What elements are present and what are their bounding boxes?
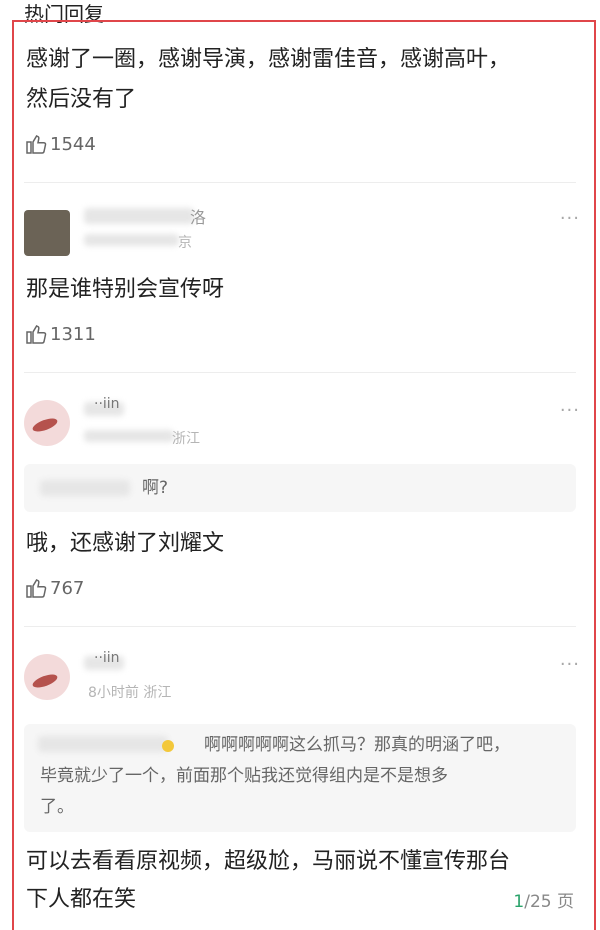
total-pages: /25 页: [524, 892, 574, 912]
username-partial: ··iin: [94, 396, 120, 412]
reply-like-count: 767: [50, 577, 85, 599]
reply-like-button[interactable]: 767: [24, 576, 84, 600]
blurred-quote-author: [38, 736, 168, 752]
more-options-icon[interactable]: ···: [560, 208, 580, 229]
more-options-icon[interactable]: ···: [560, 654, 580, 675]
quote-text-line3: 了。: [40, 797, 74, 817]
post-like-count: 1544: [50, 133, 96, 155]
reply-text: 哦，还感谢了刘耀文: [26, 531, 225, 556]
more-options-icon[interactable]: ···: [560, 400, 580, 421]
avatar[interactable]: [24, 654, 70, 700]
avatar[interactable]: [24, 400, 70, 446]
reply-meta: 8小时前 浙江: [88, 685, 172, 701]
avatar[interactable]: [24, 210, 70, 256]
blurred-username: [84, 208, 194, 224]
reply-meta-partial: 浙江: [172, 431, 200, 447]
reply-text: 那是谁特别会宣传呀: [26, 277, 225, 302]
quoted-reply[interactable]: 啊啊啊啊啊这么抓马？那真的明涵了吧， 毕竟就少了一个，前面那个贴我还觉得组内是不…: [24, 724, 576, 832]
post-like-button[interactable]: 1544: [24, 132, 96, 156]
thumbs-up-icon: [26, 325, 47, 344]
quote-text-line1: 啊啊啊啊啊这么抓马？那真的明涵了吧，: [204, 735, 510, 755]
reply-meta-partial: 京: [178, 235, 192, 251]
blurred-quote-author: [40, 480, 130, 496]
reply-text-line1: 可以去看看原视频，超级尬，马丽说不懂宣传那台: [26, 849, 511, 874]
blurred-meta: [84, 430, 174, 442]
post-text-line2: 然后没有了: [26, 87, 137, 112]
username-partial: ··iin: [94, 650, 120, 666]
quote-text-line2: 毕竟就少了一个，前面那个贴我还觉得组内是不是想多: [40, 766, 448, 786]
thumbs-up-icon: [26, 579, 47, 598]
current-page: 1: [513, 892, 525, 912]
thumbs-up-icon: [26, 135, 47, 154]
blurred-meta: [84, 234, 179, 246]
divider: [24, 182, 576, 183]
divider: [24, 372, 576, 373]
quoted-reply[interactable]: 啊?: [24, 464, 576, 512]
divider: [24, 626, 576, 627]
emoji-icon: [162, 740, 174, 752]
post-text-line1: 感谢了一圈，感谢导演，感谢雷佳音，感谢高叶，: [26, 47, 511, 72]
reply-like-button[interactable]: 1311: [24, 322, 96, 346]
quote-text: 啊?: [142, 478, 169, 498]
username-partial: 洛: [190, 208, 207, 227]
reply-text-line2: 下人都在笑: [26, 887, 137, 912]
reply-like-count: 1311: [50, 323, 96, 345]
page-indicator[interactable]: 1/25 页: [513, 887, 574, 912]
